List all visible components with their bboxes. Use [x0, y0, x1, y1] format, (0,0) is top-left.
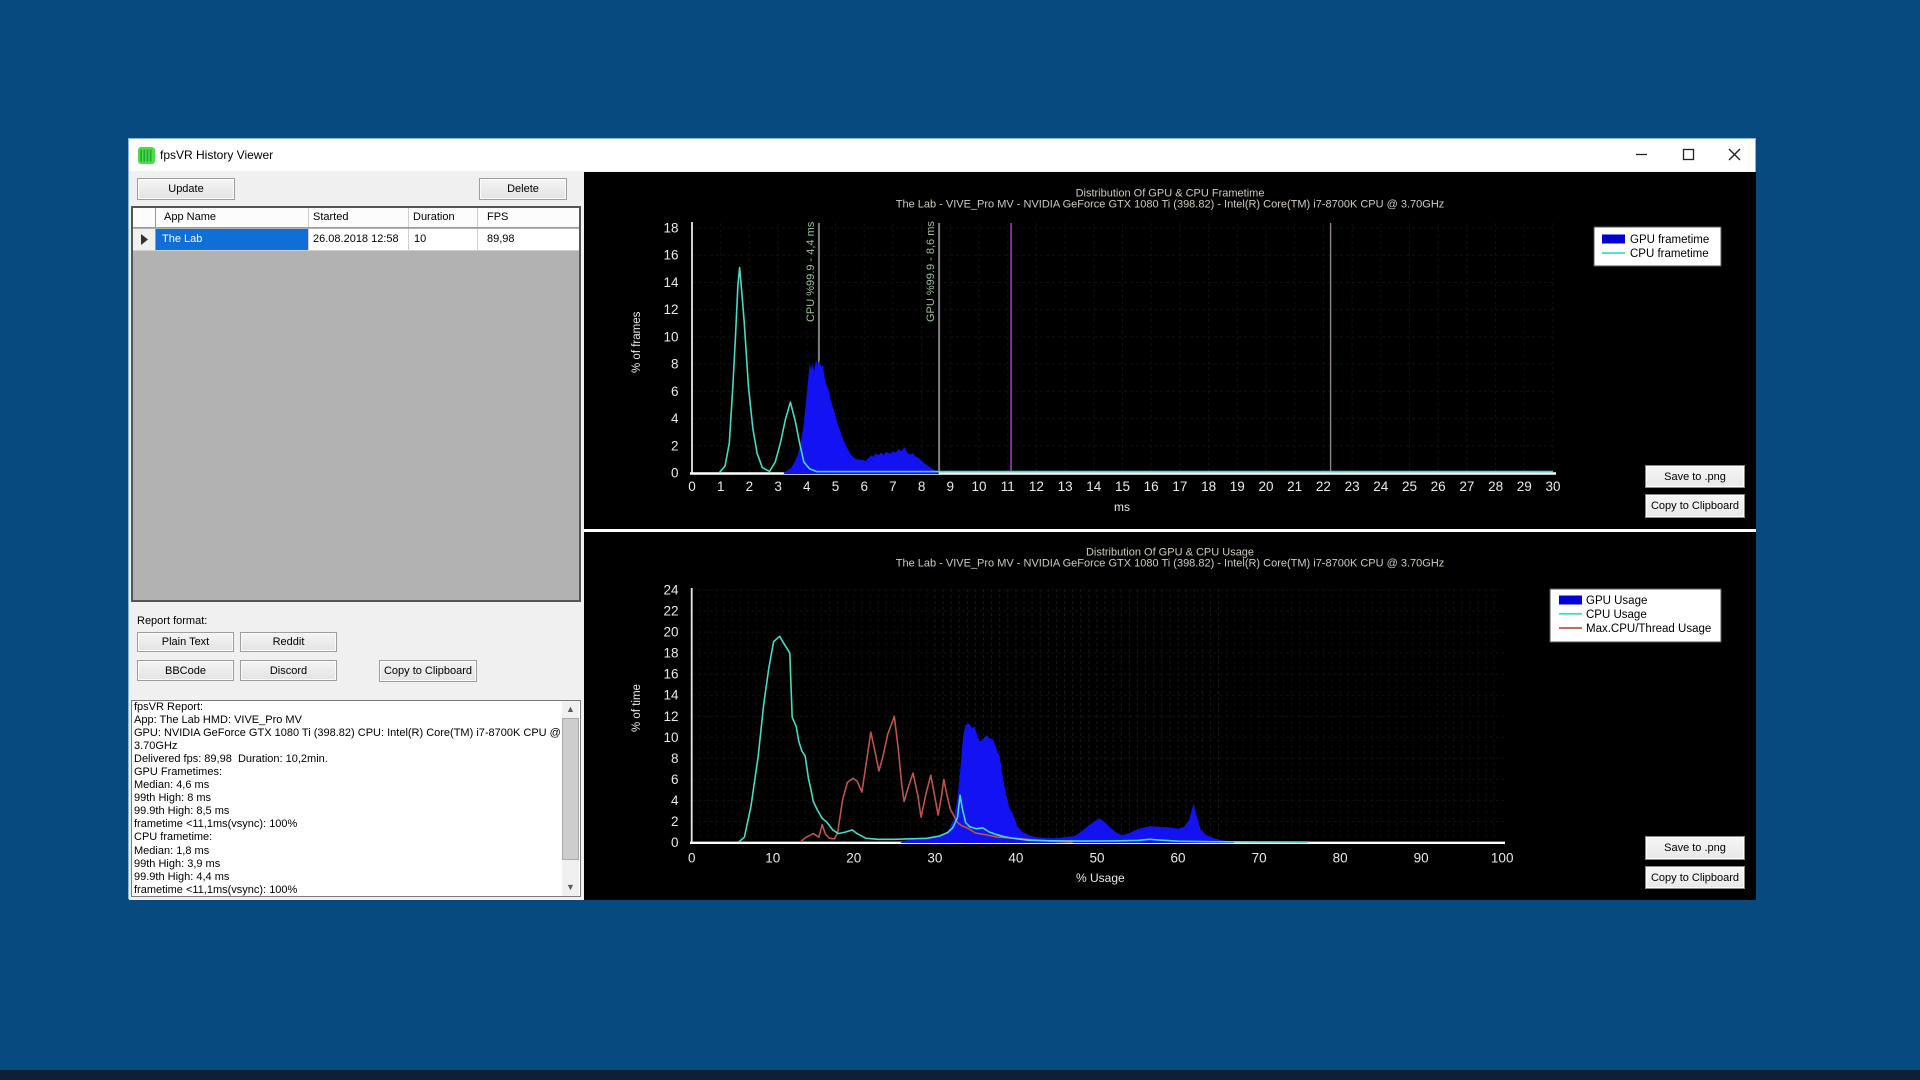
- svg-text:CPU frametime: CPU frametime: [1630, 248, 1709, 260]
- svg-text:11: 11: [1001, 479, 1015, 494]
- svg-text:16: 16: [663, 667, 678, 682]
- svg-text:23: 23: [1345, 479, 1360, 494]
- svg-text:14: 14: [1086, 479, 1102, 494]
- svg-text:90: 90: [1414, 851, 1429, 866]
- svg-text:4: 4: [803, 479, 811, 494]
- svg-text:18: 18: [663, 221, 678, 236]
- svg-text:19: 19: [1230, 479, 1245, 494]
- svg-text:The Lab - VIVE_Pro MV - NVIDIA: The Lab - VIVE_Pro MV - NVIDIA GeForce G…: [896, 199, 1445, 211]
- svg-text:% of frames: % of frames: [631, 311, 643, 373]
- svg-text:1: 1: [717, 479, 725, 494]
- svg-text:100: 100: [1491, 851, 1514, 866]
- svg-text:GPU %99.9 - 8,6 ms: GPU %99.9 - 8,6 ms: [925, 221, 937, 322]
- svg-text:70: 70: [1252, 851, 1267, 866]
- svg-text:GPU Usage: GPU Usage: [1586, 595, 1647, 607]
- svg-text:6: 6: [671, 772, 679, 787]
- svg-text:26: 26: [1431, 479, 1446, 494]
- svg-text:21: 21: [1287, 479, 1302, 494]
- svg-text:27: 27: [1459, 479, 1474, 494]
- svg-text:8: 8: [918, 479, 926, 494]
- svg-text:14: 14: [663, 688, 679, 703]
- svg-text:18: 18: [1201, 479, 1216, 494]
- svg-text:0: 0: [671, 466, 679, 481]
- svg-text:15: 15: [1115, 479, 1130, 494]
- svg-text:30: 30: [1545, 479, 1560, 494]
- svg-text:ms: ms: [1114, 500, 1130, 514]
- svg-text:% Usage: % Usage: [1076, 871, 1125, 885]
- svg-text:7: 7: [889, 479, 897, 494]
- svg-text:29: 29: [1517, 479, 1532, 494]
- svg-text:24: 24: [1373, 479, 1389, 494]
- svg-text:6: 6: [860, 479, 868, 494]
- svg-text:2: 2: [746, 479, 754, 494]
- svg-text:0: 0: [688, 479, 696, 494]
- svg-text:18: 18: [663, 646, 678, 661]
- svg-text:8: 8: [671, 751, 679, 766]
- svg-text:2: 2: [671, 438, 679, 453]
- svg-text:CPU Usage: CPU Usage: [1586, 609, 1647, 621]
- svg-text:Max.CPU/Thread Usage: Max.CPU/Thread Usage: [1586, 623, 1711, 635]
- svg-text:20: 20: [1258, 479, 1273, 494]
- svg-text:14: 14: [663, 275, 679, 290]
- svg-text:CPU %99.9 - 4,4 ms: CPU %99.9 - 4,4 ms: [805, 221, 817, 322]
- svg-text:20: 20: [846, 851, 861, 866]
- svg-text:8: 8: [671, 357, 679, 372]
- svg-text:22: 22: [663, 604, 678, 619]
- svg-text:2: 2: [671, 814, 679, 829]
- svg-text:12: 12: [663, 302, 678, 317]
- svg-text:40: 40: [1008, 851, 1023, 866]
- svg-text:10: 10: [765, 851, 780, 866]
- svg-text:60: 60: [1170, 851, 1185, 866]
- svg-text:24: 24: [663, 583, 679, 598]
- svg-text:10: 10: [971, 479, 986, 494]
- svg-text:13: 13: [1058, 479, 1073, 494]
- svg-text:0: 0: [688, 851, 696, 866]
- svg-text:The Lab - VIVE_Pro MV - NVIDIA: The Lab - VIVE_Pro MV - NVIDIA GeForce G…: [896, 558, 1445, 570]
- svg-text:0: 0: [671, 835, 679, 850]
- svg-text:6: 6: [671, 384, 679, 399]
- svg-text:10: 10: [663, 329, 678, 344]
- svg-text:28: 28: [1488, 479, 1503, 494]
- svg-text:16: 16: [1144, 479, 1159, 494]
- svg-text:30: 30: [927, 851, 942, 866]
- svg-text:12: 12: [663, 709, 678, 724]
- svg-text:4: 4: [671, 411, 679, 426]
- svg-text:5: 5: [832, 479, 840, 494]
- svg-text:3: 3: [774, 479, 782, 494]
- svg-text:9: 9: [947, 479, 955, 494]
- svg-text:17: 17: [1172, 479, 1187, 494]
- svg-text:80: 80: [1333, 851, 1348, 866]
- svg-text:22: 22: [1316, 479, 1331, 494]
- svg-text:4: 4: [671, 793, 679, 808]
- svg-text:12: 12: [1029, 479, 1044, 494]
- svg-text:GPU frametime: GPU frametime: [1630, 234, 1709, 246]
- svg-text:% of time: % of time: [631, 684, 643, 732]
- svg-text:20: 20: [663, 625, 678, 640]
- svg-text:10: 10: [663, 730, 678, 745]
- svg-text:25: 25: [1402, 479, 1417, 494]
- svg-text:16: 16: [663, 248, 678, 263]
- svg-text:50: 50: [1089, 851, 1104, 866]
